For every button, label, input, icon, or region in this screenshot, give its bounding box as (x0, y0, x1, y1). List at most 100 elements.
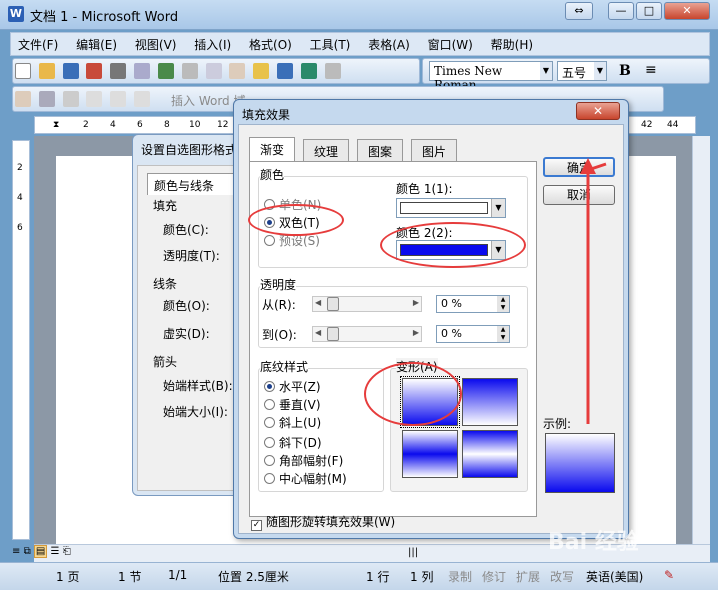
outline-view-icon[interactable]: ☰ (51, 546, 60, 557)
radio-horizontal[interactable]: 水平(Z) (264, 378, 321, 395)
save-icon[interactable] (62, 63, 79, 79)
close-window-button[interactable]: ✕ (664, 2, 710, 20)
font-size-combo[interactable]: 五号 ▼ (557, 61, 607, 81)
bold-button[interactable]: B (619, 63, 631, 79)
ruler-tick: 44 (667, 120, 679, 130)
slider-right-icon[interactable]: ▶ (413, 328, 419, 337)
menu-view[interactable]: 视图(V) (128, 33, 184, 56)
recipients-icon[interactable] (62, 91, 79, 107)
status-page: 1 页 (56, 570, 80, 584)
radio-vertical[interactable]: 垂直(V) (264, 396, 321, 413)
status-bar: 1 页 1 节 1/1 位置 2.5厘米 1 行 1 列 录制 修订 扩展 改写… (0, 562, 718, 590)
spin-up-icon[interactable]: ▲ (497, 296, 509, 304)
window-title: 文档 1 - Microsoft Word (30, 10, 179, 25)
menu-table[interactable]: 表格(A) (361, 33, 417, 56)
color1-picker[interactable]: ▼ (396, 198, 506, 218)
dialog-close-button[interactable]: ✕ (576, 102, 620, 120)
dialog-title: 设置自选图形格式 (141, 143, 238, 157)
rotate-with-shape-checkbox[interactable]: ✓ 随图形旋转填充效果(W) (251, 513, 395, 531)
print-layout-icon[interactable]: ▤ (33, 545, 48, 558)
undo-icon[interactable] (277, 63, 294, 79)
tab-texture[interactable]: 纹理 (303, 139, 350, 161)
radio-from-center[interactable]: 中心幅射(M) (264, 470, 347, 487)
menu-window[interactable]: 窗口(W) (421, 33, 480, 56)
status-record[interactable]: 录制 (448, 568, 472, 585)
menu-tools[interactable]: 工具(T) (303, 33, 358, 56)
spin-up-icon[interactable]: ▲ (497, 326, 509, 334)
to-slider[interactable]: ◀ ▶ (312, 326, 422, 342)
paste-icon[interactable] (229, 63, 246, 79)
greeting-line-icon[interactable] (110, 91, 127, 107)
menu-file[interactable]: 文件(F) (11, 33, 65, 56)
font-name-combo[interactable]: Times New Roman ▼ (429, 61, 553, 92)
menu-edit[interactable]: 编辑(E) (69, 33, 124, 56)
slider-right-icon[interactable]: ▶ (413, 298, 419, 307)
slider-left-icon[interactable]: ◀ (315, 328, 321, 337)
status-extend[interactable]: 扩展 (516, 568, 540, 585)
from-slider[interactable]: ◀ ▶ (312, 296, 422, 312)
status-language[interactable]: 英语(美国) (586, 568, 643, 585)
variant-4[interactable] (462, 430, 518, 478)
tab-picture[interactable]: 图片 (411, 139, 458, 161)
table-icon[interactable] (324, 63, 341, 79)
tab-colors-lines[interactable]: 颜色与线条 (147, 173, 237, 195)
slider-thumb[interactable] (327, 327, 339, 341)
address-block-icon[interactable] (86, 91, 103, 107)
font-name-dropdown-icon[interactable]: ▼ (540, 62, 552, 80)
ruler-tick: 4 (110, 120, 116, 130)
spin-down-icon[interactable]: ▼ (497, 304, 509, 312)
main-document-icon[interactable] (15, 91, 31, 107)
from-spinner[interactable]: 0 % ▲ ▼ (436, 295, 510, 313)
open-data-source-icon[interactable] (38, 91, 55, 107)
slider-left-icon[interactable]: ◀ (315, 298, 321, 307)
status-position: 位置 2.5厘米 (218, 570, 289, 584)
scroll-thumb-icon[interactable]: ||| (408, 547, 418, 558)
permission-icon[interactable] (86, 63, 103, 79)
transparency-group-label: 透明度 (260, 276, 297, 293)
ruler-indent-marker-icon[interactable]: ⧗ (53, 120, 59, 130)
open-folder-icon[interactable] (38, 63, 55, 79)
research-icon[interactable] (181, 63, 198, 79)
reading-view-icon[interactable]: ⎗ (63, 546, 71, 557)
spin-down-icon[interactable]: ▼ (497, 334, 509, 342)
maximize-button[interactable]: □ (636, 2, 662, 20)
tab-gradient[interactable]: 渐变 (249, 137, 296, 161)
vertical-scrollbar[interactable] (692, 136, 710, 544)
merge-fields-icon[interactable] (134, 91, 151, 107)
menu-format[interactable]: 格式(O) (242, 33, 299, 56)
color1-dropdown-icon[interactable]: ▼ (491, 199, 505, 217)
normal-view-icon[interactable]: ≡ (12, 546, 20, 557)
menu-help[interactable]: 帮助(H) (484, 33, 540, 56)
minimize-button[interactable]: — (608, 2, 634, 20)
annotation-circle (380, 222, 526, 268)
word-app-icon[interactable]: W (8, 6, 24, 22)
web-view-icon[interactable]: ⧉ (24, 546, 31, 557)
hyperlink-icon[interactable] (300, 63, 317, 79)
variant-3[interactable] (402, 430, 458, 478)
spelling-status-icon[interactable]: ✎ (664, 568, 674, 582)
annotation-circle (364, 362, 462, 426)
ruler-tick: 12 (217, 120, 229, 130)
print-preview-icon[interactable] (134, 63, 151, 79)
vertical-ruler[interactable]: 2 4 6 (12, 140, 30, 540)
to-spinner[interactable]: 0 % ▲ ▼ (436, 325, 510, 343)
status-track-changes[interactable]: 修订 (482, 568, 506, 585)
restore-button[interactable]: ⇔ (565, 2, 593, 20)
font-size-dropdown-icon[interactable]: ▼ (594, 62, 606, 80)
menu-insert[interactable]: 插入(I) (187, 33, 238, 56)
radio-label: 垂直(V) (279, 398, 321, 412)
copy-icon[interactable] (205, 63, 222, 79)
radio-diagonal-up[interactable]: 斜上(U) (264, 414, 321, 431)
radio-from-corner[interactable]: 角部幅射(F) (264, 452, 343, 469)
variant-2[interactable] (462, 378, 518, 426)
radio-diagonal-down[interactable]: 斜下(D) (264, 434, 322, 451)
format-painter-icon[interactable] (253, 63, 270, 79)
new-document-icon[interactable] (15, 63, 31, 79)
tab-pattern[interactable]: 图案 (357, 139, 404, 161)
checkbox-checked-icon: ✓ (251, 520, 262, 531)
spelling-icon[interactable] (157, 63, 174, 79)
status-overtype[interactable]: 改写 (550, 568, 574, 585)
print-icon[interactable] (110, 63, 127, 79)
slider-thumb[interactable] (327, 297, 339, 311)
align-icon[interactable]: ≡ (645, 62, 657, 78)
